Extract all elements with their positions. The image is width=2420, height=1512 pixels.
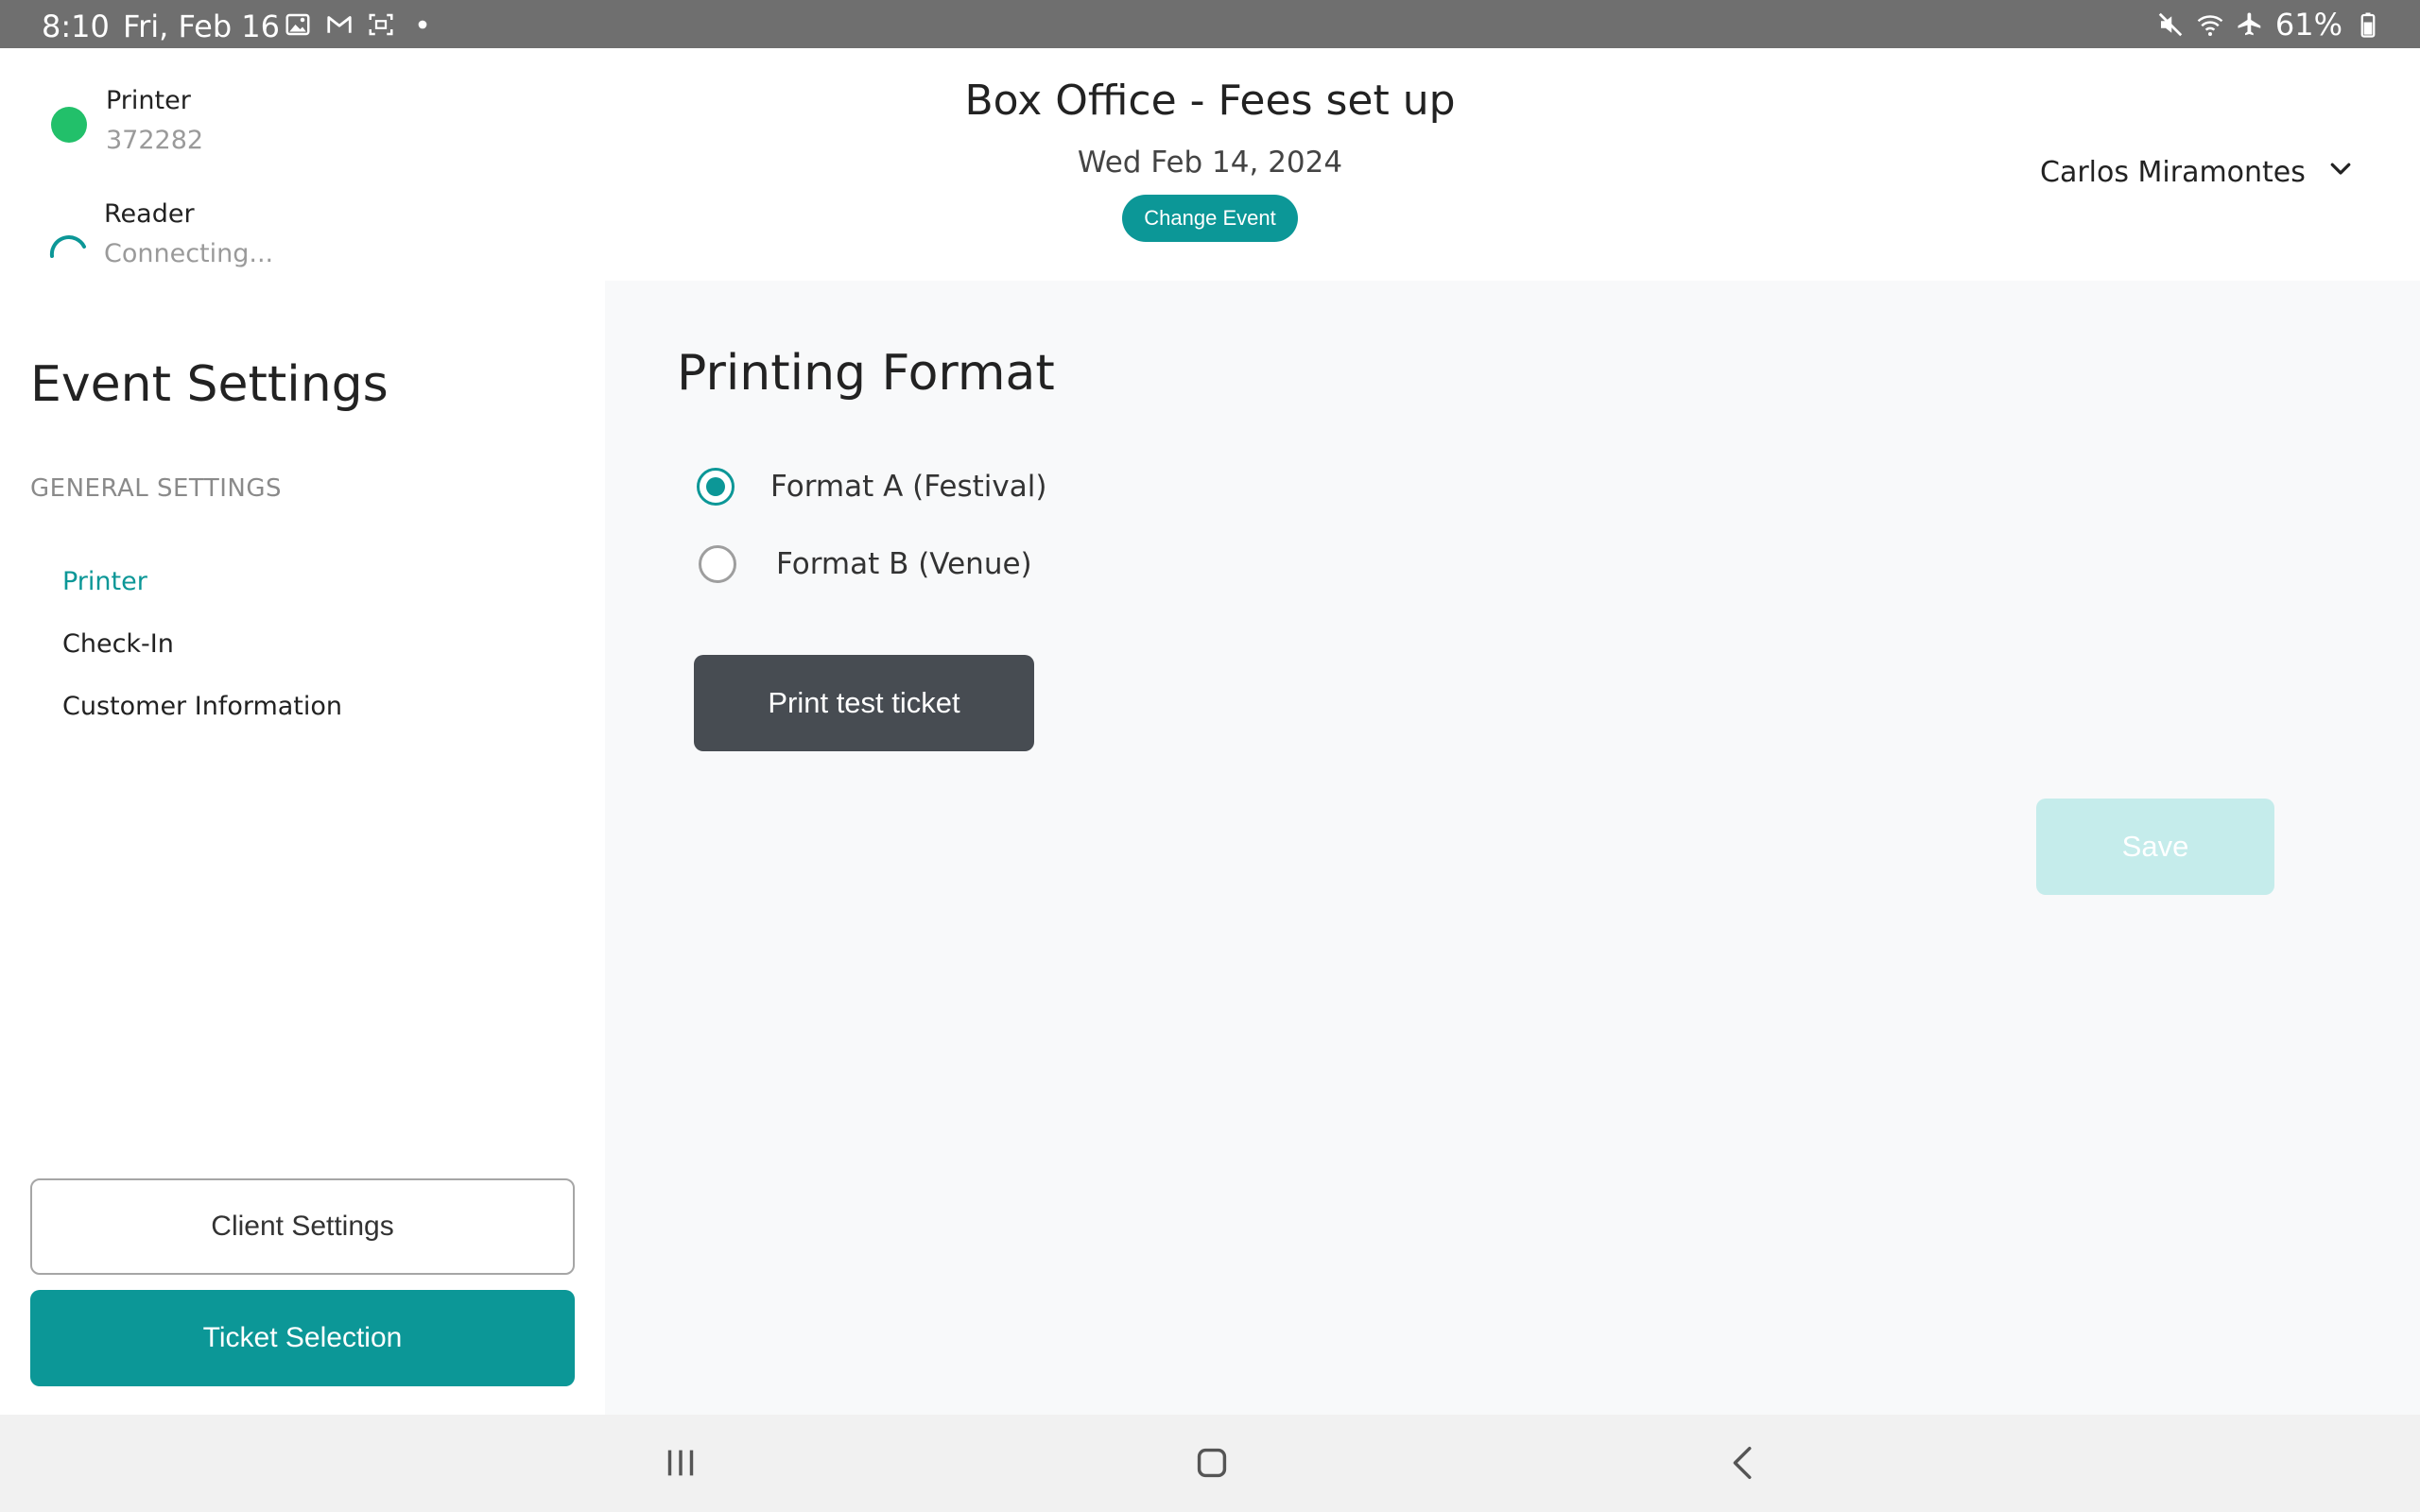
main-panel: Printing Format Format A (Festival) Form…	[605, 281, 2420, 1415]
home-icon[interactable]	[1190, 1441, 1234, 1485]
client-settings-button[interactable]: Client Settings	[30, 1178, 575, 1275]
screenshot-icon	[367, 10, 395, 39]
page-title: Box Office - Fees set up	[964, 77, 1456, 125]
sidebar-item-check-in[interactable]: Check-In	[62, 629, 174, 659]
format-b-label: Format B (Venue)	[776, 547, 1032, 581]
save-button[interactable]: Save	[2036, 799, 2274, 895]
status-date: Fri, Feb 16	[123, 9, 281, 44]
battery-icon	[2354, 10, 2382, 39]
format-a-radio[interactable]	[697, 468, 735, 506]
ticket-selection-button[interactable]: Ticket Selection	[30, 1290, 575, 1386]
chevron-down-icon	[2326, 154, 2355, 190]
sidebar: Event Settings GENERAL SETTINGS Printer …	[0, 281, 605, 1415]
user-menu[interactable]: Carlos Miramontes	[2040, 154, 2355, 190]
system-nav-bar	[0, 1415, 2420, 1512]
format-a-label: Format A (Festival)	[770, 470, 1047, 504]
sidebar-item-printer[interactable]: Printer	[62, 567, 147, 596]
format-b-radio[interactable]	[699, 545, 736, 583]
section-label: GENERAL SETTINGS	[30, 474, 283, 503]
format-a-option[interactable]: Format A (Festival)	[697, 468, 1046, 506]
dot-icon	[408, 10, 437, 39]
app-header: Printer 372282 Reader Connecting... Box …	[0, 48, 2420, 281]
recent-apps-icon[interactable]	[659, 1441, 702, 1485]
system-icons: 61%	[2156, 7, 2382, 43]
status-bar: 8:10 Fri, Feb 16 61%	[0, 0, 2420, 48]
back-icon[interactable]	[1722, 1441, 1766, 1485]
wifi-icon	[2196, 10, 2224, 39]
reader-state: Connecting...	[104, 239, 274, 268]
print-test-ticket-button[interactable]: Print test ticket	[694, 655, 1034, 751]
mute-icon	[2156, 10, 2185, 39]
notification-icons	[284, 9, 437, 41]
airplane-icon	[2236, 10, 2264, 39]
sidebar-title: Event Settings	[30, 356, 389, 413]
printing-format-title: Printing Format	[677, 345, 1055, 402]
battery-percent: 61%	[2274, 7, 2342, 43]
loading-spinner-icon	[47, 224, 89, 266]
user-name: Carlos Miramontes	[2040, 155, 2306, 189]
format-b-option[interactable]: Format B (Venue)	[699, 545, 1032, 583]
gmail-icon	[325, 10, 354, 39]
gallery-icon	[284, 10, 312, 39]
change-event-button[interactable]: Change Event	[1122, 195, 1298, 242]
status-time: 8:10	[42, 9, 110, 44]
sidebar-item-customer-information[interactable]: Customer Information	[62, 692, 342, 721]
reader-label: Reader	[104, 199, 195, 229]
